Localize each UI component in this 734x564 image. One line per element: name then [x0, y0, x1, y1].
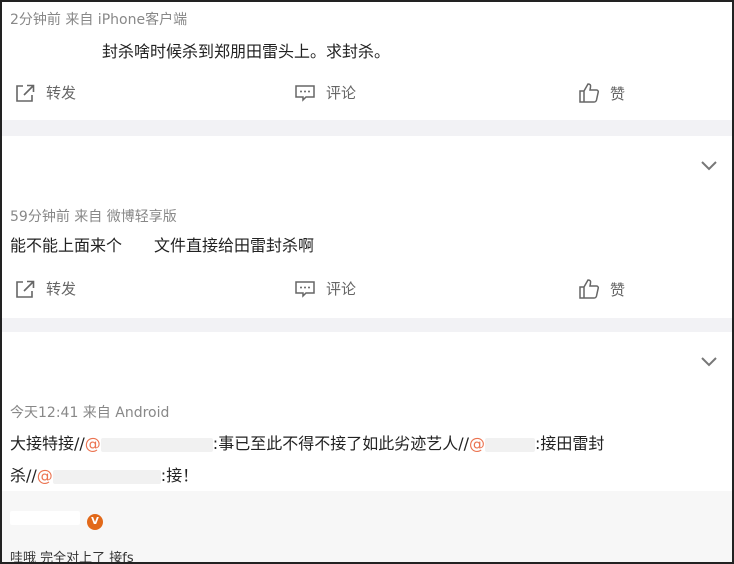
- forward-label: 转发: [46, 280, 77, 298]
- post-text-part: :接！: [160, 466, 199, 485]
- like-label: 赞: [610, 280, 626, 299]
- post-actions: 转发 评论 赞: [2, 278, 732, 306]
- comment-icon: [295, 280, 315, 298]
- post-meta: 59分钟前 来自 微博轻享版: [10, 209, 177, 225]
- post-separator: [2, 318, 732, 332]
- post-text-part: 杀//: [10, 466, 37, 485]
- forward-label: 转发: [46, 84, 77, 102]
- thumbs-up-icon: [579, 279, 600, 299]
- comment-label: 评论: [326, 84, 357, 102]
- mention-link[interactable]: @: [85, 434, 213, 453]
- like-button[interactable]: 赞: [578, 82, 625, 104]
- post-text-part: :事已至此不得不接了如此劣迹艺人//: [212, 434, 469, 453]
- like-label: 赞: [610, 84, 626, 103]
- comment-button[interactable]: 评论: [294, 278, 356, 299]
- redacted-user: [10, 45, 102, 60]
- post-1: 2分钟前 来自 iPhone客户端 封杀啥时候杀到郑朋田雷头上。求封杀。 转发 …: [2, 2, 732, 120]
- redacted-username: [52, 469, 161, 484]
- weibo-feed-screenshot: 2分钟前 来自 iPhone客户端 封杀啥时候杀到郑朋田雷头上。求封杀。 转发 …: [0, 0, 734, 564]
- mention-at: @: [468, 434, 485, 453]
- mention-link[interactable]: @: [37, 466, 161, 485]
- chevron-down-icon[interactable]: [700, 356, 718, 368]
- mention-at: @: [84, 434, 101, 453]
- post-2: 59分钟前 来自 微博轻享版 能不能上面来个 文件直接给田雷封杀啊 转发 评论 赞: [2, 136, 732, 318]
- redacted-username: [484, 437, 535, 452]
- like-button[interactable]: 赞: [578, 278, 625, 300]
- post-text-part: 文件直接给田雷封杀啊: [154, 236, 315, 255]
- post-text-part: :接田雷封: [534, 434, 605, 453]
- post-meta: 2分钟前 来自 iPhone客户端: [10, 12, 188, 28]
- share-icon: [16, 84, 35, 102]
- mention-link[interactable]: @: [469, 434, 535, 453]
- verified-badge-icon: V: [87, 514, 103, 530]
- redacted-username: [100, 437, 213, 452]
- redacted-text: [122, 239, 155, 254]
- post-text: 封杀啥时候杀到郑朋田雷头上。求封杀。: [10, 38, 390, 62]
- share-icon: [16, 280, 35, 298]
- comment-icon: [295, 84, 315, 102]
- post-text-line-2: 杀//@ :接！: [10, 462, 198, 486]
- post-text-body: 封杀啥时候杀到郑朋田雷头上。求封杀。: [102, 42, 391, 61]
- mention-at: @: [36, 466, 53, 485]
- comment-button[interactable]: 评论: [294, 82, 356, 103]
- forward-button[interactable]: 转发: [14, 82, 76, 103]
- forward-button[interactable]: 转发: [14, 278, 76, 299]
- thumbs-up-icon: [579, 83, 600, 103]
- post-meta: 今天12:41 来自 Android: [10, 405, 170, 421]
- post-text: 能不能上面来个 文件直接给田雷封杀啊: [10, 232, 314, 256]
- reply-text: 哇哦 完全对上了 接fs: [10, 551, 134, 564]
- post-3: 今天12:41 来自 Android 大接特接//@:事已至此不得不接了如此劣迹…: [2, 332, 732, 491]
- post-text-part: 大接特接//: [10, 434, 85, 453]
- post-text-line-1: 大接特接//@:事已至此不得不接了如此劣迹艺人//@:接田雷封: [10, 430, 604, 454]
- comment-label: 评论: [326, 280, 357, 298]
- post-separator: [2, 120, 732, 136]
- post-text-part: 能不能上面来个: [10, 236, 123, 255]
- redacted-reply-username[interactable]: [10, 511, 80, 525]
- post-actions: 转发 评论 赞: [2, 82, 732, 110]
- chevron-down-icon[interactable]: [700, 160, 718, 172]
- reply-card: V 哇哦 完全对上了 接fs: [2, 491, 732, 564]
